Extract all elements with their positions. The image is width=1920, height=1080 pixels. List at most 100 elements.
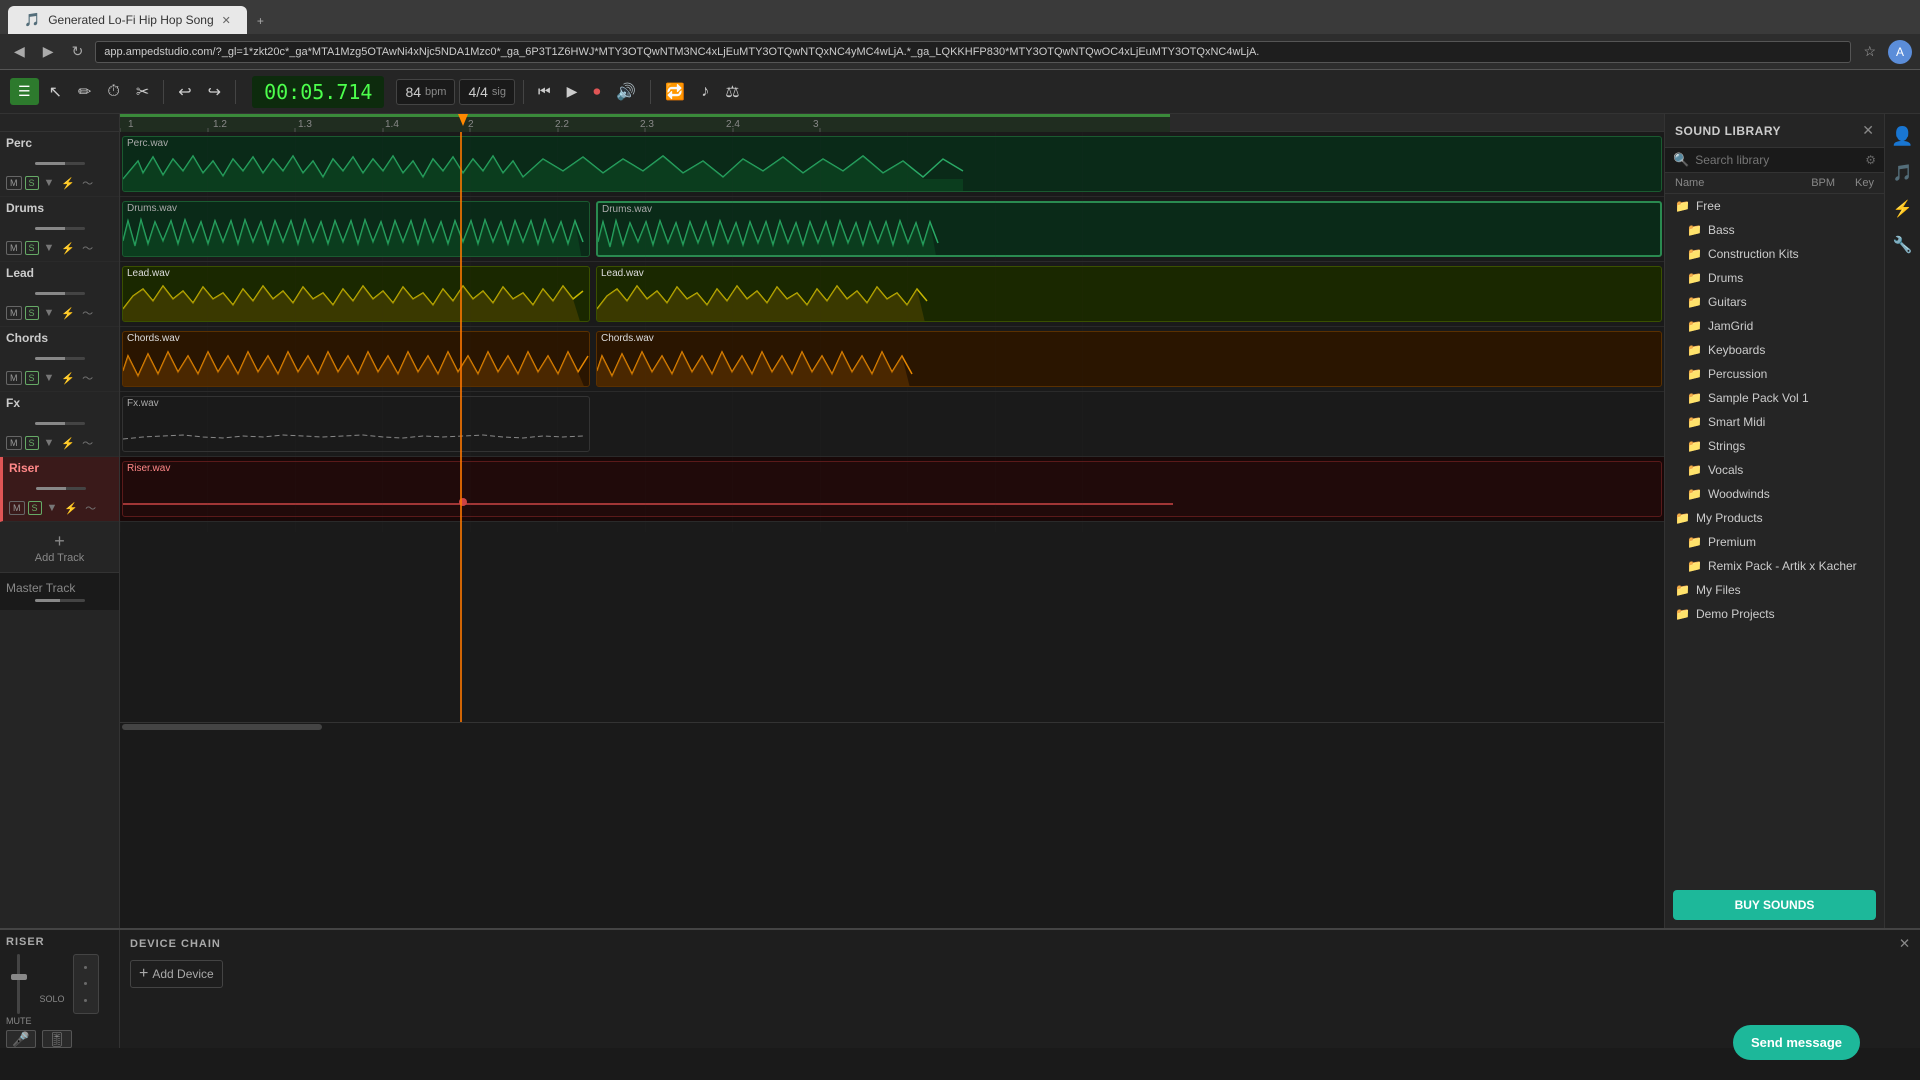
perc-fx-btn[interactable]: ⚡	[59, 176, 77, 191]
chords-expand-btn[interactable]: ▼	[42, 371, 57, 385]
undo-btn[interactable]: ↩	[172, 78, 197, 106]
right-icon-3[interactable]: ⚡	[1889, 195, 1917, 223]
address-input[interactable]	[95, 41, 1851, 63]
library-item-premium[interactable]: 📁 Premium	[1665, 530, 1884, 554]
mute-btn-bottom[interactable]: 🎤	[6, 1030, 36, 1048]
library-item-my-files[interactable]: 📁 My Files	[1665, 578, 1884, 602]
drums-expand-btn[interactable]: ▼	[42, 241, 57, 255]
library-item-free[interactable]: 📁 Free	[1665, 194, 1884, 218]
track-row-drums[interactable]: Drums.wav Drums.wav	[120, 197, 1664, 262]
lead-expand-btn[interactable]: ▼	[42, 306, 57, 320]
midi-btn[interactable]: ♪	[695, 79, 715, 105]
back-btn[interactable]: ◀	[8, 39, 31, 64]
clip-lead-1[interactable]: Lead.wav	[122, 266, 590, 322]
bpm-display[interactable]: 84 bpm	[396, 79, 455, 105]
drums-fx-btn[interactable]: ⚡	[59, 241, 77, 256]
clip-chords-1[interactable]: Chords.wav	[122, 331, 590, 387]
right-icon-2[interactable]: 🎵	[1889, 159, 1917, 187]
fx-expand-btn[interactable]: ▼	[42, 436, 57, 450]
track-row-perc[interactable]: Perc.wav	[120, 132, 1664, 197]
chords-fx-btn[interactable]: ⚡	[59, 371, 77, 386]
solo-btn-bottom[interactable]: 🎚	[42, 1030, 72, 1048]
library-item-vocals[interactable]: 📁 Vocals	[1665, 458, 1884, 482]
fader-handle[interactable]	[11, 974, 27, 980]
riser-expand-btn[interactable]: ▼	[45, 501, 60, 515]
fx-solo-btn[interactable]: S	[25, 436, 39, 451]
lead-auto-btn[interactable]: 〜	[80, 304, 95, 322]
mix-btn[interactable]: ⚖	[719, 78, 745, 106]
lead-fx-btn[interactable]: ⚡	[59, 306, 77, 321]
library-item-woodwinds[interactable]: 📁 Woodwinds	[1665, 482, 1884, 506]
library-item-guitars[interactable]: 📁 Guitars	[1665, 290, 1884, 314]
drums-auto-btn[interactable]: 〜	[80, 239, 95, 257]
chords-vol-slider[interactable]	[35, 357, 85, 360]
eq-strip[interactable]	[73, 954, 99, 1014]
perc-solo-btn[interactable]: S	[25, 176, 39, 191]
time-display[interactable]: 00:05.714	[252, 76, 384, 108]
library-item-keyboards[interactable]: 📁 Keyboards	[1665, 338, 1884, 362]
forward-btn[interactable]: ▶	[37, 39, 60, 64]
clip-lead-2[interactable]: Lead.wav	[596, 266, 1662, 322]
library-search-input[interactable]	[1695, 153, 1859, 167]
right-icon-1[interactable]: 👤	[1887, 122, 1917, 151]
chords-auto-btn[interactable]: 〜	[80, 369, 95, 387]
track-row-chords[interactable]: Chords.wav Chords.wav	[120, 327, 1664, 392]
tracks-container[interactable]: 1 1.2 1.3 1.4 2 2.2 2.3	[120, 114, 1664, 928]
bookmark-btn[interactable]: ☆	[1857, 39, 1882, 64]
loop-btn[interactable]: 🔁	[659, 78, 691, 106]
library-item-my-products[interactable]: 📁 My Products	[1665, 506, 1884, 530]
drums-mute-btn[interactable]: M	[6, 241, 22, 256]
library-item-construction[interactable]: 📁 Construction Kits	[1665, 242, 1884, 266]
riser-vol-slider[interactable]	[36, 487, 86, 490]
lead-vol-slider[interactable]	[35, 292, 85, 295]
scrollbar-thumb[interactable]	[122, 724, 322, 730]
buy-sounds-btn[interactable]: BUY SOUNDS	[1673, 890, 1876, 920]
library-item-drums[interactable]: 📁 Drums	[1665, 266, 1884, 290]
riser-fx-btn[interactable]: ⚡	[62, 501, 80, 516]
library-item-remix-pack[interactable]: 📁 Remix Pack - Artik x Kacher	[1665, 554, 1884, 578]
library-item-jamgrid[interactable]: 📁 JamGrid	[1665, 314, 1884, 338]
timeline-ruler[interactable]: 1 1.2 1.3 1.4 2 2.2 2.3	[120, 114, 1664, 132]
track-row-lead[interactable]: Lead.wav Lead.wav	[120, 262, 1664, 327]
add-device-btn[interactable]: + Add Device	[130, 960, 223, 988]
play-btn[interactable]: ▶	[561, 79, 584, 104]
clip-riser-1[interactable]: Riser.wav	[122, 461, 1662, 517]
fader-track[interactable]	[17, 954, 20, 1014]
drums-vol-slider[interactable]	[35, 227, 85, 230]
library-item-sample-pack[interactable]: 📁 Sample Pack Vol 1	[1665, 386, 1884, 410]
track-row-riser[interactable]: Riser.wav	[120, 457, 1664, 522]
menu-btn[interactable]: ☰	[10, 78, 39, 105]
refresh-btn[interactable]: ↻	[66, 39, 90, 64]
master-vol-slider[interactable]	[35, 599, 85, 602]
library-item-smart-midi[interactable]: 📁 Smart Midi	[1665, 410, 1884, 434]
clock-tool-btn[interactable]: ⏱	[101, 79, 125, 105]
device-chain-close-btn[interactable]: ✕	[1899, 936, 1910, 952]
fx-fx-btn[interactable]: ⚡	[59, 436, 77, 451]
fader-container[interactable]: MUTE	[6, 954, 32, 1026]
send-message-btn[interactable]: Send message	[1733, 1025, 1860, 1060]
riser-mute-btn[interactable]: M	[9, 501, 25, 516]
fx-vol-slider[interactable]	[35, 422, 85, 425]
active-tab[interactable]: 🎵 Generated Lo-Fi Hip Hop Song ✕	[8, 6, 247, 34]
riser-auto-btn[interactable]: 〜	[83, 499, 98, 517]
riser-solo-btn[interactable]: S	[28, 501, 42, 516]
library-filter-btn[interactable]: ⚙	[1865, 153, 1876, 167]
add-track-area[interactable]: + Add Track	[0, 522, 119, 572]
pencil-tool-btn[interactable]: ✏	[72, 78, 97, 106]
rewind-btn[interactable]: ⏮	[532, 79, 557, 104]
scissors-tool-btn[interactable]: ✂	[130, 78, 155, 106]
fx-mute-btn[interactable]: M	[6, 436, 22, 451]
h-scrollbar[interactable]	[120, 722, 1664, 730]
new-tab-btn[interactable]: +	[247, 8, 274, 34]
perc-mute-btn[interactable]: M	[6, 176, 22, 191]
library-close-btn[interactable]: ✕	[1862, 122, 1874, 139]
perc-auto-btn[interactable]: 〜	[80, 174, 95, 192]
library-item-percussion[interactable]: 📁 Percussion	[1665, 362, 1884, 386]
right-icon-4[interactable]: 🔧	[1889, 231, 1917, 259]
lead-mute-btn[interactable]: M	[6, 306, 22, 321]
clip-fx-1[interactable]: Fx.wav	[122, 396, 590, 452]
library-item-demo-projects[interactable]: 📁 Demo Projects	[1665, 602, 1884, 626]
chords-mute-btn[interactable]: M	[6, 371, 22, 386]
empty-track-area[interactable]	[120, 522, 1664, 722]
profile-btn[interactable]: A	[1888, 40, 1912, 64]
